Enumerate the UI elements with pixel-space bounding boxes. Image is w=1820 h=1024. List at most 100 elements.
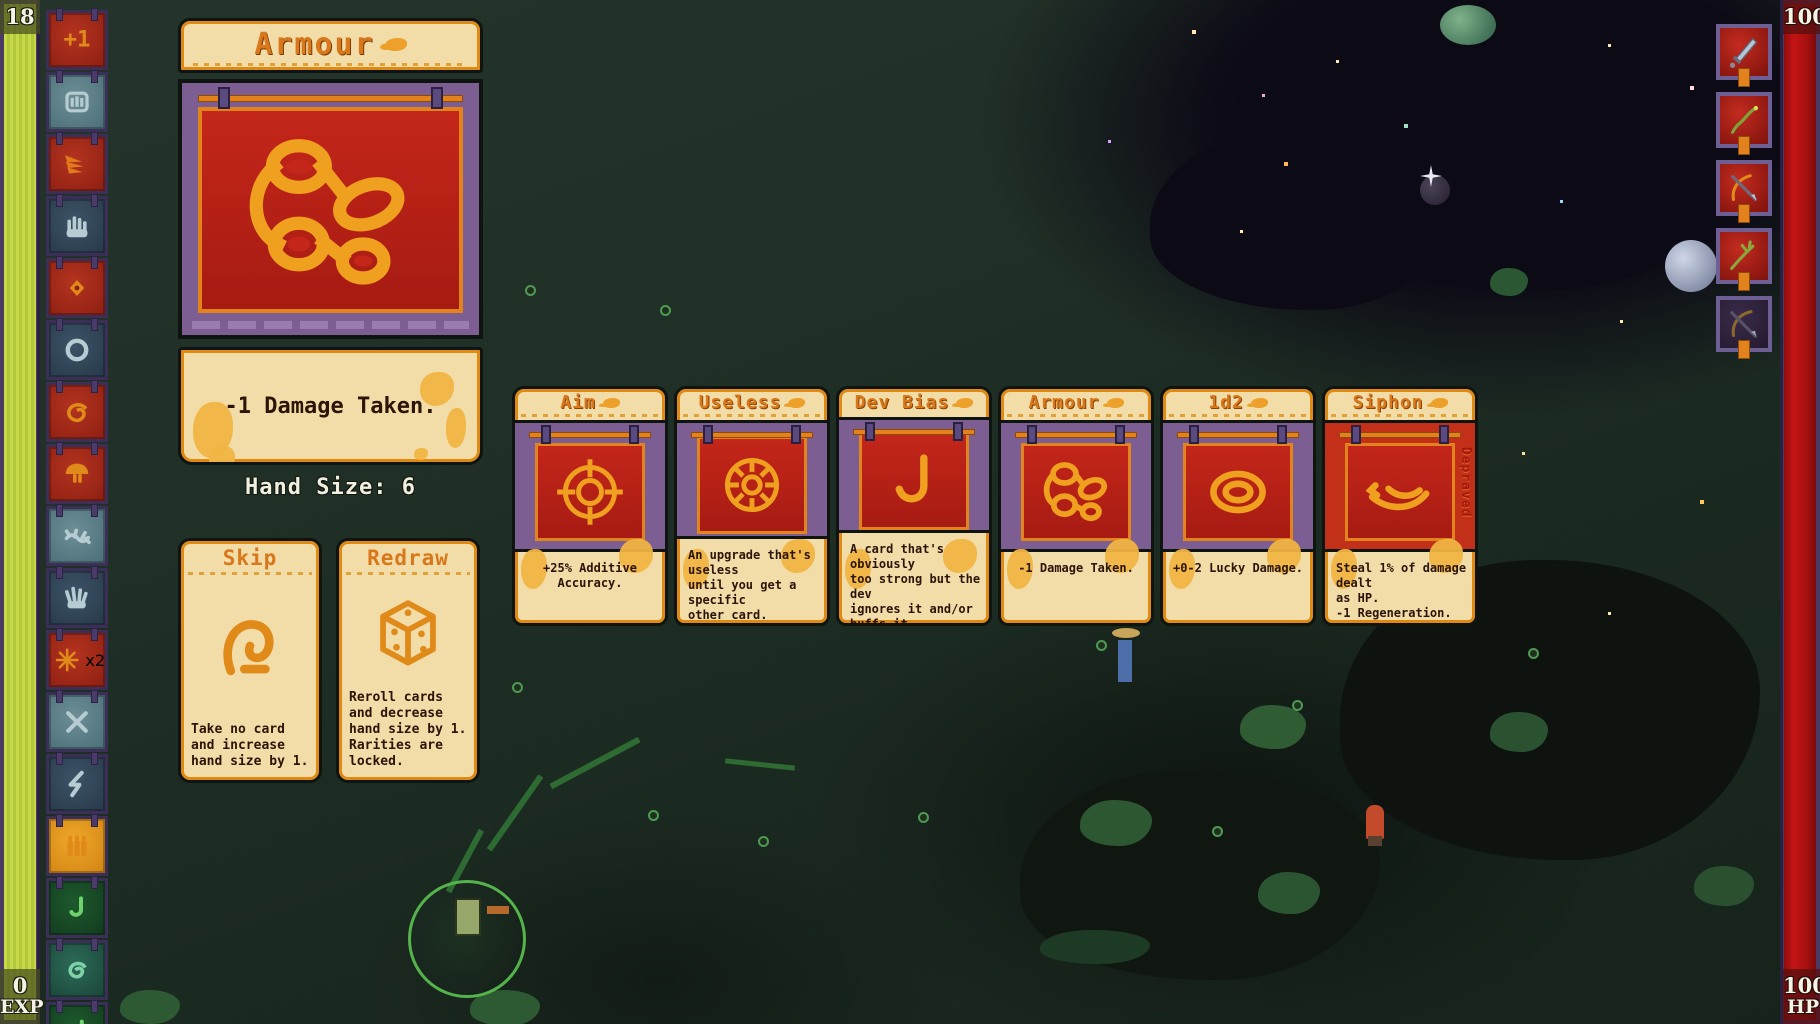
art-rail (198, 95, 463, 102)
card-art-box (859, 432, 969, 530)
skip-card-icon-wrap (202, 575, 298, 716)
card-useless-title: Useless (698, 392, 782, 413)
art-bolt-left-icon (541, 425, 551, 444)
mushroom-perk[interactable] (46, 442, 108, 504)
art-bolt-left-icon (1027, 425, 1037, 444)
perk-peg-right-icon (91, 256, 98, 269)
skip-card[interactable]: Skip Take no card and increase hand size … (178, 538, 322, 783)
art-bolt-left-icon (218, 87, 230, 109)
art-bolt-right-icon (629, 425, 639, 444)
card-siphon-title: Siphon (1352, 392, 1424, 413)
weapon-list (1716, 24, 1772, 359)
shield-fist-perk[interactable] (46, 70, 108, 132)
gem-perk[interactable] (46, 256, 108, 318)
hp-bar: 100 100 HP (1780, 0, 1820, 1024)
perk-peg-right-icon (91, 132, 98, 145)
player-selection-ring (408, 880, 526, 998)
perk-peg-right-icon (91, 814, 98, 827)
perk-peg-left-icon (56, 8, 63, 21)
bullets-icon (67, 835, 87, 857)
card-armour[interactable]: Armour -1 Damage Taken. (998, 386, 1154, 626)
card-hand-row: Aim +25% Additive Accuracy. Useless An upgr… (512, 386, 1478, 626)
preview-description: -1 Damage Taken. (224, 393, 437, 419)
bullets-perk[interactable] (46, 814, 108, 876)
exp-bottom-readout: 0 EXP (0, 969, 44, 1024)
card-aim[interactable]: Aim +25% Additive Accuracy. (512, 386, 668, 626)
weapon-slot-nub (1738, 204, 1750, 223)
card-header: Siphon (1325, 392, 1475, 413)
perk-peg-left-icon (56, 504, 63, 517)
gear-wheel-icon (724, 458, 780, 513)
perk-peg-left-icon (56, 318, 63, 331)
card-armour-description: -1 Damage Taken. (1018, 561, 1134, 575)
card-useless-description: An upgrade that's useless until you get … (688, 548, 811, 622)
perk-peg-right-icon (91, 690, 98, 703)
dotted-divider (1169, 414, 1307, 417)
weapon-slot-bow-arrow[interactable] (1716, 160, 1772, 223)
weapon-slot-sword[interactable] (1716, 24, 1772, 87)
card-aim-description: +25% Additive Accuracy. (543, 561, 637, 590)
burst-perk[interactable]: x2 (46, 628, 108, 690)
dotted-divider (683, 414, 821, 417)
plus-one-perk[interactable]: +1 (46, 8, 108, 70)
card-aim-title: Aim (560, 392, 596, 413)
hand-size-label: Hand Size: 6 (245, 475, 416, 500)
preview-art (198, 107, 463, 313)
exp-amount-value: 0 (12, 973, 28, 998)
dotted-divider (1007, 414, 1145, 417)
nebula-blob-2 (1150, 130, 1450, 310)
hp-bar-fill (1784, 4, 1816, 1020)
card-useless[interactable]: Useless An upgrade that's useless until y… (674, 386, 830, 626)
serpent-perk[interactable] (46, 1000, 108, 1024)
weapon-slot-wand[interactable] (1716, 92, 1772, 155)
bolt-perk[interactable] (46, 752, 108, 814)
splayed-hand-icon (64, 586, 88, 609)
perk-peg-right-icon (91, 194, 98, 207)
art-bolt-left-icon (1189, 425, 1199, 444)
perk-peg-right-icon (91, 504, 98, 517)
perk-peg-right-icon (91, 566, 98, 579)
perk-peg-right-icon (91, 1000, 98, 1013)
card-art-box (1021, 443, 1131, 541)
perk-peg-left-icon (56, 256, 63, 269)
card-art-box (1345, 443, 1455, 541)
perk-peg-right-icon (91, 628, 98, 641)
art-bolt-right-icon (1115, 425, 1125, 444)
crossbones-perk[interactable] (46, 690, 108, 752)
hand-perk[interactable] (46, 194, 108, 256)
ring-perk[interactable] (46, 318, 108, 380)
card-armour-title: Armour (1028, 392, 1100, 413)
armour-chain-icon (249, 139, 405, 285)
weapon-slot-crossbow[interactable] (1716, 296, 1772, 359)
card-dev-bias[interactable]: Dev Bias A card that's obviously too stro… (836, 386, 992, 626)
redraw-card[interactable]: Redraw Reroll cards and decrease hand siz… (336, 538, 480, 783)
hook-swirl-icon (223, 619, 274, 675)
hp-total-value: 100 (1783, 973, 1820, 998)
card-header: Dev Bias (839, 392, 989, 413)
lizard-perk[interactable] (46, 504, 108, 566)
perk-peg-left-icon (56, 70, 63, 83)
perk-peg-right-icon (91, 318, 98, 331)
card-1d2[interactable]: 1d2 +0-2 Lucky Damage. (1160, 386, 1316, 626)
art-bolt-right-icon (791, 424, 801, 444)
serpent-icon (79, 1019, 84, 1024)
spiral-perk[interactable] (46, 938, 108, 1000)
weapon-slot-staff[interactable] (1716, 228, 1772, 291)
exp-top-value: 18 (0, 0, 40, 34)
planet-tiny (1420, 175, 1450, 205)
card-siphon[interactable]: Siphon Depraved Steal 1% of damage dealt a… (1322, 386, 1478, 626)
art-bolt-right-icon (1277, 425, 1287, 444)
claw-perk[interactable] (46, 132, 108, 194)
perk-peg-left-icon (56, 1000, 63, 1013)
swirl-perk[interactable] (46, 380, 108, 442)
hp-label: HP (1786, 996, 1820, 1018)
card-art-box (1183, 443, 1293, 541)
card-header: Aim (515, 392, 665, 413)
art-bolt-left-icon (865, 422, 875, 441)
splay-hand-perk[interactable] (46, 566, 108, 628)
exp-bar-fill (4, 4, 36, 1020)
exp-bar: 18 0 EXP (0, 0, 44, 1024)
hook-perk[interactable] (46, 876, 108, 938)
small-gem-icon (69, 280, 85, 296)
spiral-shell-icon (68, 961, 87, 979)
